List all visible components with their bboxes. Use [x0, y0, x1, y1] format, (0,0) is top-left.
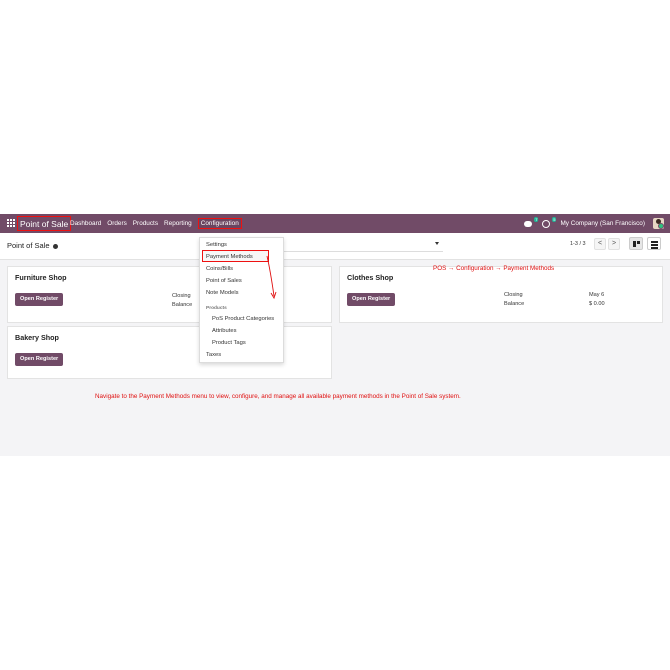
annotation-note: Navigate to the Payment Methods menu to …: [95, 393, 461, 400]
main-menu: Dashboard Orders Products Reporting Conf…: [70, 214, 242, 233]
dropdown-item-product-tags[interactable]: Product Tags: [212, 340, 246, 346]
open-register-button[interactable]: Open Register: [15, 293, 64, 306]
list-view-button[interactable]: [647, 237, 661, 250]
list-icon: [651, 241, 658, 243]
dropdown-item-note-models[interactable]: Note Models: [206, 290, 239, 296]
activity-button[interactable]: 5: [542, 216, 557, 229]
balance-value: $ 0.00: [589, 301, 605, 307]
dropdown-item-coins-bills[interactable]: Coins/Bills: [206, 266, 233, 272]
company-switcher[interactable]: My Company (San Francisco): [560, 220, 645, 227]
page-title: Point of Sale: [7, 241, 58, 250]
app-window: Point of Sale Dashboard Orders Products …: [0, 214, 670, 456]
search-input[interactable]: [283, 238, 443, 252]
closing-label: Closing: [172, 293, 191, 299]
gear-icon[interactable]: [52, 243, 58, 249]
menu-dashboard[interactable]: Dashboard: [70, 220, 101, 227]
activity-badge: 5: [552, 216, 557, 222]
user-avatar[interactable]: [653, 218, 664, 229]
annotation-arrow: [266, 255, 277, 300]
pager-next-button[interactable]: >: [608, 238, 620, 250]
card-title: Bakery Shop: [15, 333, 59, 342]
annotation-path: POS → Configuration → Payment Methods: [433, 265, 555, 272]
dropdown-section-products: Products: [206, 306, 227, 311]
chat-button[interactable]: 7: [524, 216, 539, 229]
control-panel: Point of Sale 1-3 / 3 < >: [0, 233, 670, 260]
menu-configuration[interactable]: Configuration: [197, 218, 242, 229]
dropdown-item-point-of-sales[interactable]: Point of Sales: [206, 278, 242, 284]
navbar-systray: 7 5 My Company (San Francisco): [524, 214, 664, 233]
card-title: Clothes Shop: [347, 273, 394, 282]
open-register-button[interactable]: Open Register: [15, 353, 64, 366]
balance-label: Balance: [504, 301, 525, 307]
chat-badge: 7: [534, 216, 539, 222]
dropdown-item-settings[interactable]: Settings: [206, 242, 227, 248]
page: Point of Sale Dashboard Orders Products …: [0, 0, 670, 670]
apps-grid-icon[interactable]: [7, 219, 15, 227]
balance-label: Balance: [172, 302, 193, 308]
pager-previous-button[interactable]: <: [594, 238, 606, 250]
open-register-button[interactable]: Open Register: [347, 293, 396, 306]
closing-label: Closing: [504, 292, 523, 298]
dropdown-item-pos-product-categories[interactable]: PoS Product Categories: [212, 316, 274, 322]
page-title-text: Point of Sale: [7, 241, 50, 250]
chat-icon: [524, 220, 533, 227]
clock-icon: [542, 219, 551, 228]
pager-value[interactable]: 1-3 / 3: [570, 241, 586, 247]
caret-down-icon[interactable]: [435, 242, 439, 245]
closing-value: May 6: [589, 292, 605, 298]
dropdown-item-attributes[interactable]: Attributes: [212, 328, 237, 334]
top-navbar: Point of Sale Dashboard Orders Products …: [0, 214, 670, 233]
menu-reporting[interactable]: Reporting: [164, 220, 192, 227]
dropdown-item-payment-methods[interactable]: Payment Methods: [206, 254, 253, 260]
kanban-icon: [633, 241, 636, 247]
menu-orders[interactable]: Orders: [107, 220, 127, 227]
menu-products[interactable]: Products: [133, 220, 158, 227]
pos-card-clothes: Clothes Shop Open Register Closing Balan…: [339, 266, 663, 323]
kanban-view-button[interactable]: [629, 237, 643, 250]
dropdown-item-taxes[interactable]: Taxes: [206, 352, 221, 358]
app-brand[interactable]: Point of Sale: [17, 216, 72, 231]
card-title: Furniture Shop: [15, 273, 67, 282]
